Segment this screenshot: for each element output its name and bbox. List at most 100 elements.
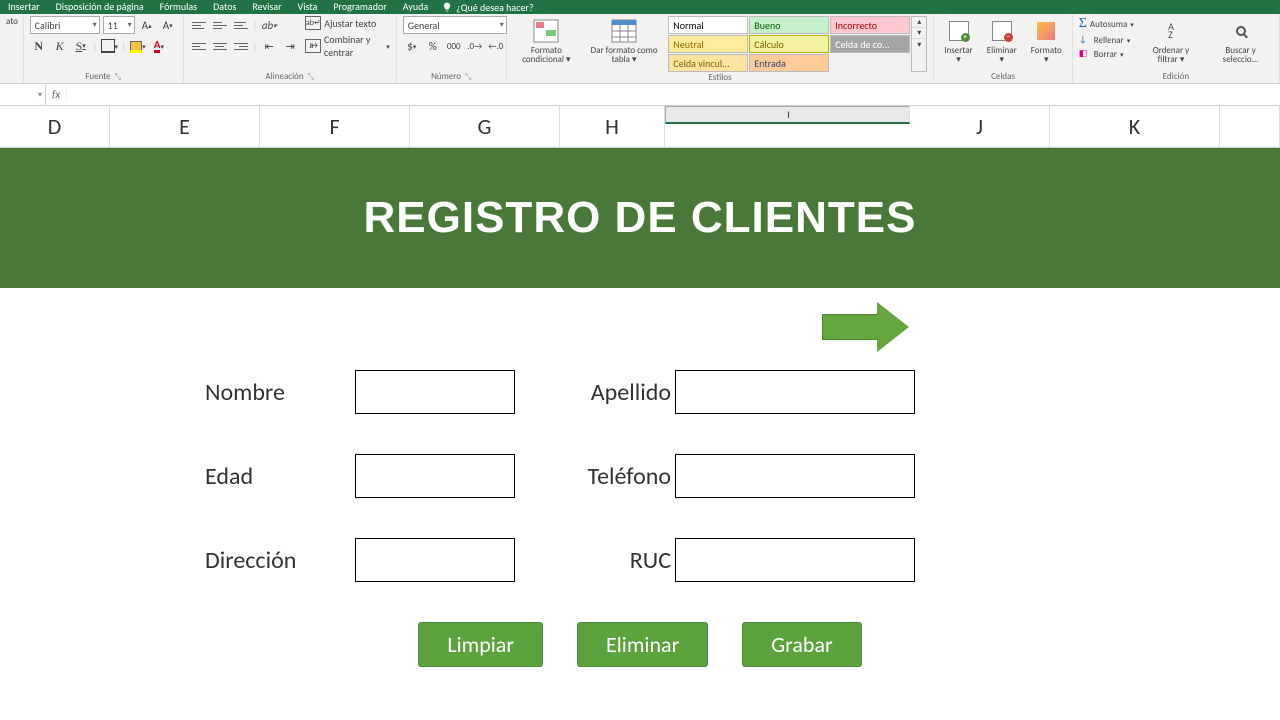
label-nombre: Nombre — [205, 378, 355, 407]
clear-button[interactable]: ◧Borrar ▾ — [1079, 48, 1134, 60]
input-ruc[interactable] — [675, 538, 915, 582]
font-name-select[interactable]: Calibri▾ — [30, 16, 100, 34]
input-direccion[interactable] — [355, 538, 515, 582]
sort-filter-icon: AZ — [1157, 18, 1185, 44]
thousands-icon[interactable]: 000 — [445, 37, 463, 55]
styles-group-label: Estilos — [708, 72, 731, 83]
percent-icon[interactable]: % — [424, 37, 442, 55]
increase-indent-icon[interactable]: ⇥ — [281, 37, 299, 55]
style-normal[interactable]: Normal — [668, 16, 748, 34]
align-left-icon[interactable] — [190, 37, 208, 55]
tab-revisar[interactable]: Revisar — [244, 0, 289, 14]
tab-insertar[interactable]: Insertar — [0, 0, 48, 14]
format-as-table-button[interactable]: Dar formato como tabla ▾ — [586, 16, 662, 66]
merge-center-button[interactable]: Combinar y centrar ▾ — [305, 33, 389, 59]
fill-down-icon: ↓ — [1079, 34, 1091, 46]
align-right-icon[interactable] — [232, 37, 250, 55]
col-E[interactable]: E — [110, 106, 260, 147]
sigma-icon: Σ — [1079, 16, 1087, 32]
tab-datos[interactable]: Datos — [205, 0, 244, 14]
conditional-format-icon — [532, 18, 560, 44]
label-edad: Edad — [205, 462, 355, 491]
input-edad[interactable] — [355, 454, 515, 498]
tell-me-label: ¿Qué desea hacer? — [456, 1, 533, 14]
eliminar-button[interactable]: Eliminar — [577, 622, 708, 667]
ribbon: ato Calibri▾ 11▾ A▴ A▾ N K S▾ | ▾ | — [0, 14, 1280, 84]
ribbon-group-editing: ΣAutosuma ▾ ↓Rellenar ▾ ◧Borrar ▾ AZ Ord… — [1073, 14, 1280, 83]
style-vincul[interactable]: Celda vincul... — [668, 54, 748, 72]
next-arrow-button[interactable] — [822, 302, 910, 352]
grabar-button[interactable]: Grabar — [742, 622, 861, 667]
style-celda[interactable]: Celda de co... — [830, 35, 910, 53]
tab-formulas[interactable]: Fórmulas — [152, 0, 205, 14]
col-F[interactable]: F — [260, 106, 410, 147]
style-calculo[interactable]: Cálculo — [749, 35, 829, 53]
border-button[interactable]: ▾ — [100, 37, 118, 55]
bold-button[interactable]: N — [30, 37, 48, 55]
style-bueno[interactable]: Bueno — [749, 16, 829, 34]
limpiar-button[interactable]: Limpiar — [418, 622, 543, 667]
name-box[interactable]: ▾ — [0, 85, 46, 105]
align-middle-icon[interactable] — [211, 16, 229, 34]
ribbon-group-font: Calibri▾ 11▾ A▴ A▾ N K S▾ | ▾ | ▾ A▾ Fue… — [24, 14, 184, 83]
currency-icon[interactable]: $▾ — [403, 37, 421, 55]
input-telefono[interactable] — [675, 454, 915, 498]
increase-font-icon[interactable]: A▴ — [138, 16, 156, 34]
col-K[interactable]: K — [1050, 106, 1220, 147]
input-apellido[interactable] — [675, 370, 915, 414]
styles-gallery-scroll: ▴ ▾ ▾ — [911, 16, 927, 72]
col-H[interactable]: H — [560, 106, 665, 147]
ribbon-group-cells: Insertar▾ Eliminar▾ Formato▾ Celdas — [934, 14, 1072, 83]
tab-ayuda[interactable]: Ayuda — [395, 0, 436, 14]
increase-decimal-icon[interactable]: .0→ — [466, 37, 484, 55]
style-neutral[interactable]: Neutral — [668, 35, 748, 53]
orientation-icon[interactable]: ab▾ — [260, 16, 278, 34]
formula-bar: ▾ fx — [0, 84, 1280, 106]
style-entrada[interactable]: Entrada — [749, 54, 829, 72]
sort-filter-button[interactable]: AZ Ordenar y filtrar ▾ — [1140, 16, 1202, 66]
cells-group-label: Celdas — [991, 71, 1015, 82]
tell-me[interactable]: ¿Qué desea hacer? — [442, 1, 533, 14]
align-bottom-icon[interactable] — [232, 16, 250, 34]
clipboard-fragment: ato — [6, 16, 18, 27]
gallery-up-icon[interactable]: ▴ — [912, 17, 926, 28]
format-cells-button[interactable]: Formato▾ — [1027, 16, 1066, 66]
col-G[interactable]: G — [410, 106, 560, 147]
alignment-dialog-launcher-icon[interactable]: ⤡ — [308, 72, 314, 82]
tab-disposicion[interactable]: Disposición de página — [48, 0, 152, 14]
format-cells-icon — [1032, 18, 1060, 44]
find-select-button[interactable]: Buscar y seleccio... — [1208, 16, 1273, 66]
decrease-decimal-icon[interactable]: ←.0 — [487, 37, 505, 55]
align-top-icon[interactable] — [190, 16, 208, 34]
gallery-down-icon[interactable]: ▾ — [912, 28, 926, 39]
italic-button[interactable]: K — [51, 37, 69, 55]
number-format-select[interactable]: General▾ — [403, 16, 507, 34]
fx-button[interactable]: fx — [46, 88, 67, 101]
style-incorrecto[interactable]: Incorrecto — [830, 16, 910, 34]
decrease-indent-icon[interactable]: ⇤ — [260, 37, 278, 55]
autosum-button[interactable]: ΣAutosuma ▾ — [1079, 16, 1134, 32]
align-center-icon[interactable] — [211, 37, 229, 55]
number-dialog-launcher-icon[interactable]: ⤡ — [465, 72, 471, 82]
font-size-select[interactable]: 11▾ — [103, 16, 135, 34]
col-J[interactable]: J — [910, 106, 1050, 147]
tab-programador[interactable]: Programador — [325, 0, 394, 14]
ribbon-group-alignment: | ab▾ | ⇤ ⇥ Ajustar texto — [184, 14, 397, 83]
label-direccion: Dirección — [205, 546, 355, 575]
insert-cells-button[interactable]: Insertar▾ — [940, 16, 977, 66]
tab-vista[interactable]: Vista — [290, 0, 326, 14]
col-I[interactable]: I — [665, 106, 910, 124]
underline-button[interactable]: S▾ — [72, 37, 90, 55]
fill-button[interactable]: ↓Rellenar ▾ — [1079, 34, 1134, 46]
decrease-font-icon[interactable]: A▾ — [159, 16, 177, 34]
wrap-text-button[interactable]: Ajustar texto — [305, 16, 389, 30]
delete-cells-button[interactable]: Eliminar▾ — [983, 16, 1021, 66]
conditional-format-button[interactable]: Formato condicional ▾ — [513, 16, 580, 66]
fill-color-button[interactable]: ▾ — [129, 37, 147, 55]
gallery-more-icon[interactable]: ▾ — [912, 39, 926, 50]
font-dialog-launcher-icon[interactable]: ⤡ — [115, 72, 121, 82]
col-D[interactable]: D — [0, 106, 110, 147]
table-icon — [610, 18, 638, 44]
font-color-button[interactable]: A▾ — [150, 37, 168, 55]
input-nombre[interactable] — [355, 370, 515, 414]
